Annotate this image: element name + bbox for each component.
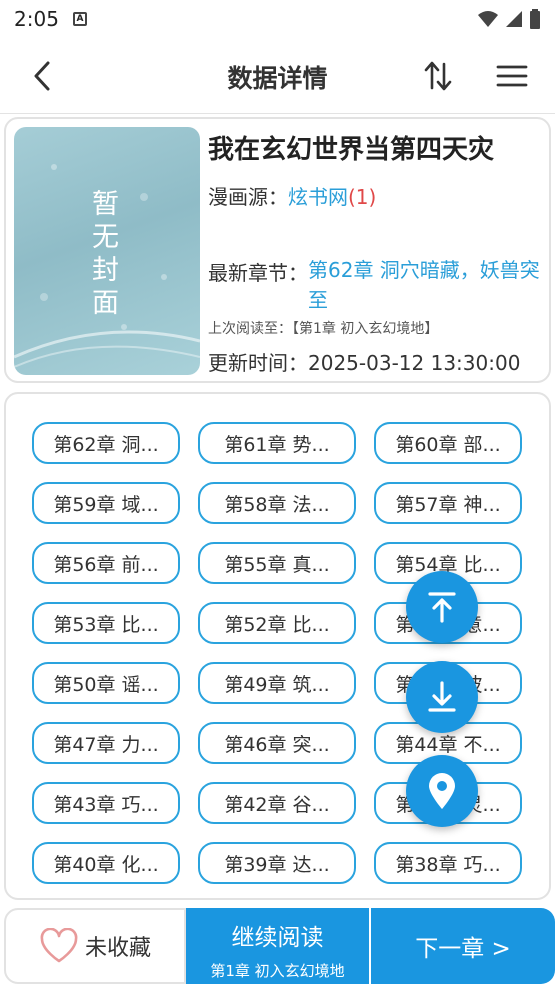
source-row: 漫画源：炫书网(1)	[208, 181, 376, 210]
latest-chapter-row: 最新章节： 第62章 洞穴暗藏，妖兽突至	[208, 257, 540, 315]
source-label: 漫画源：	[208, 185, 288, 209]
next-chapter-button[interactable]: 下一章 >	[371, 908, 555, 984]
book-info-card: 暂无封面 我在玄幻世界当第四天灾 漫画源：炫书网(1) 最新章节： 第62章 洞…	[4, 117, 551, 383]
arrow-down-to-line-icon	[428, 681, 456, 712]
update-time-value: 2025-03-12 13:30:00	[308, 351, 521, 375]
cellular-signal-icon	[506, 11, 522, 27]
chapter-chip[interactable]: 第58章 法...	[198, 482, 356, 524]
source-count: (1)	[348, 185, 377, 209]
chapter-chip[interactable]: 第40章 化...	[32, 842, 180, 884]
location-pin-icon	[429, 773, 455, 809]
chapter-chip[interactable]: 第62章 洞...	[32, 422, 180, 464]
book-cover[interactable]: 暂无封面	[14, 127, 200, 375]
chapter-chip[interactable]: 第59章 域...	[32, 482, 180, 524]
latest-chapter-label: 最新章节：	[208, 261, 308, 285]
chapter-chip[interactable]: 第49章 筑...	[198, 662, 356, 704]
app-bar: 数据详情	[0, 40, 555, 114]
continue-reading-label: 继续阅读	[231, 925, 324, 951]
last-read-label: 上次阅读至：	[208, 321, 292, 337]
chapter-chip[interactable]: 第61章 势...	[198, 422, 356, 464]
sim-card-icon: A	[72, 12, 87, 26]
menu-icon[interactable]	[494, 58, 530, 94]
update-time-row: 更新时间：2025-03-12 13:30:00	[208, 347, 520, 376]
book-title: 我在玄幻世界当第四天灾	[208, 135, 495, 165]
cover-placeholder-text: 暂无封面	[87, 189, 118, 321]
chapter-chip[interactable]: 第53章 比...	[32, 602, 180, 644]
latest-chapter-link[interactable]: 第62章 洞穴暗藏，妖兽突至	[308, 255, 540, 315]
back-arrow-icon[interactable]	[26, 58, 62, 94]
chapter-chip[interactable]: 第38章 巧...	[374, 842, 522, 884]
page-title: 数据详情	[227, 63, 328, 93]
chapter-chip[interactable]: 第55章 真...	[198, 542, 356, 584]
chapter-chip[interactable]: 第57章 神...	[374, 482, 522, 524]
favorite-button[interactable]: 未收藏	[4, 908, 186, 984]
chapter-list-card: 第62章 洞... 第61章 势... 第60章 部... 第59章 域... …	[4, 392, 551, 900]
status-time: 2:05	[14, 7, 59, 31]
continue-reading-button[interactable]: 继续阅读 第1章 初入玄幻境地	[186, 908, 369, 984]
chapter-chip[interactable]: 第60章 部...	[374, 422, 522, 464]
locate-current-chapter-button[interactable]	[406, 755, 478, 827]
chapter-chip[interactable]: 第50章 谣...	[32, 662, 180, 704]
update-time-label: 更新时间：	[208, 351, 308, 375]
scroll-to-top-button[interactable]	[406, 571, 478, 643]
chapter-chip[interactable]: 第52章 比...	[198, 602, 356, 644]
favorite-label: 未收藏	[84, 936, 151, 961]
arrow-up-to-line-icon	[428, 592, 456, 623]
continue-reading-chapter: 第1章 初入玄幻境地	[210, 962, 345, 980]
status-icons	[477, 9, 541, 29]
last-read-value: 【第1章 初入玄幻境地】	[292, 321, 439, 337]
chapter-chip[interactable]: 第42章 谷...	[198, 782, 356, 824]
chapter-chip[interactable]: 第56章 前...	[32, 542, 180, 584]
battery-icon	[530, 9, 540, 29]
chapter-chip[interactable]: 第39章 达...	[198, 842, 356, 884]
source-link[interactable]: 炫书网	[288, 185, 348, 209]
last-read-row: 上次阅读至：【第1章 初入玄幻境地】	[208, 318, 438, 338]
status-bar: 2:05 A	[0, 0, 555, 38]
chapter-chip[interactable]: 第43章 巧...	[32, 782, 180, 824]
scroll-to-bottom-button[interactable]	[406, 661, 478, 733]
chapter-chip[interactable]: 第46章 突...	[198, 722, 356, 764]
bottom-action-bar: 未收藏 继续阅读 第1章 初入玄幻境地 下一章 >	[0, 908, 555, 984]
sort-icon[interactable]	[420, 58, 456, 94]
wifi-icon	[478, 11, 498, 27]
heart-outline-icon	[40, 928, 78, 963]
chapter-chip[interactable]: 第47章 力...	[32, 722, 180, 764]
